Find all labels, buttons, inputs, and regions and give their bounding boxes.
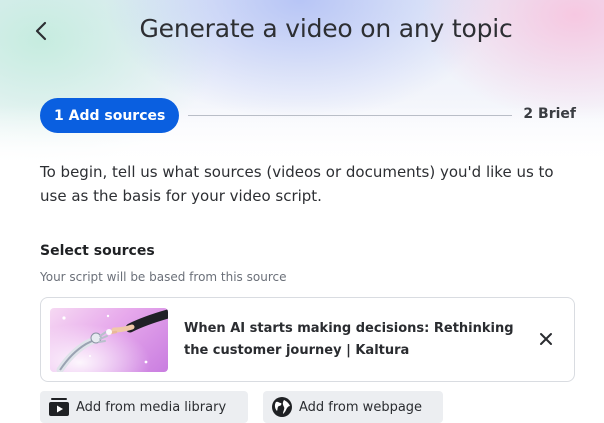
add-from-media-library-button[interactable]: Add from media library xyxy=(40,391,248,423)
robot-hand-thumbnail xyxy=(50,308,168,372)
stepper: 1 Add sources 2 Brief xyxy=(40,98,580,134)
globe-icon xyxy=(271,396,293,418)
select-sources-title: Select sources xyxy=(40,243,155,259)
step-connector xyxy=(188,115,512,116)
close-icon xyxy=(539,331,553,350)
intro-text: To begin, tell us what sources (videos o… xyxy=(40,163,554,205)
media-library-icon xyxy=(48,396,70,418)
source-title: When AI starts making decisions: Rethink… xyxy=(184,321,514,358)
add-from-webpage-button[interactable]: Add from webpage xyxy=(263,391,443,423)
add-from-webpage-label: Add from webpage xyxy=(299,399,423,415)
remove-source-button[interactable] xyxy=(534,328,558,352)
add-from-media-library-label: Add from media library xyxy=(76,399,227,415)
select-sources-subtitle: Your script will be based from this sour… xyxy=(40,270,287,284)
step-brief[interactable]: 2 Brief xyxy=(523,106,576,122)
source-card: When AI starts making decisions: Rethink… xyxy=(40,297,575,382)
step-add-sources[interactable]: 1 Add sources xyxy=(40,98,180,133)
page-title: Generate a video on any topic xyxy=(139,14,513,43)
